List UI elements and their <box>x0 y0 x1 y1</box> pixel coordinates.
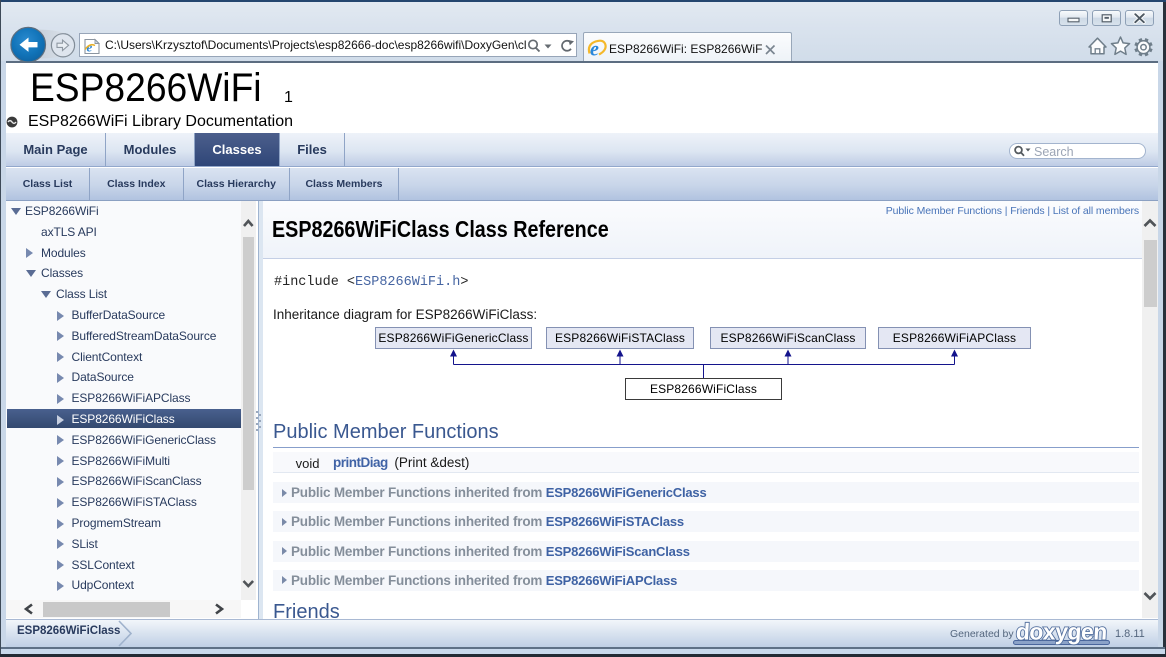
svg-text:doxygen: doxygen <box>1015 620 1107 644</box>
